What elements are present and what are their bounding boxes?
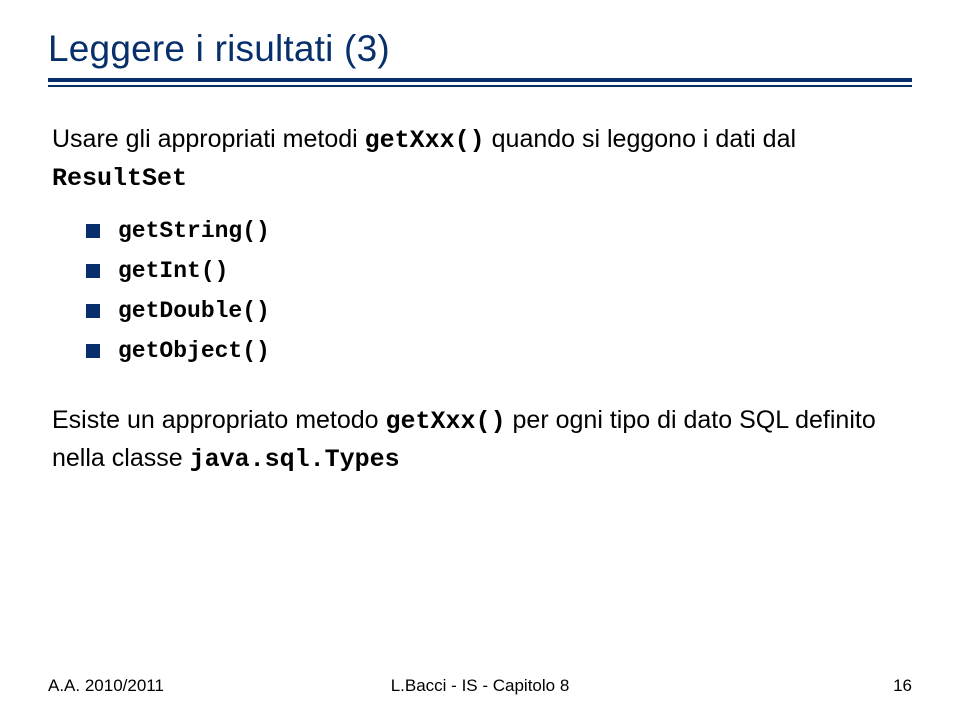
list-item: getDouble() [86, 298, 902, 324]
text: Esiste un appropriato metodo [52, 406, 386, 434]
bullet-label: getDouble() [118, 298, 270, 324]
footer: A.A. 2010/2011 L.Bacci - IS - Capitolo 8… [0, 676, 960, 696]
paragraph-1: Usare gli appropriati metodi getXxx() qu… [52, 121, 902, 198]
bullet-square-icon [86, 304, 100, 318]
slide: Leggere i risultati (3) Usare gli approp… [0, 0, 960, 720]
bullet-square-icon [86, 224, 100, 238]
title-underline-thin [48, 85, 912, 87]
bullet-square-icon [86, 344, 100, 358]
code-inline: java.sql.Types [190, 445, 400, 474]
bullet-label: getString() [118, 218, 270, 244]
text: Usare gli appropriati metodi [52, 125, 365, 153]
title-underline-thick [48, 78, 912, 82]
bullet-list: getString() getInt() getDouble() getObje… [86, 218, 902, 364]
code-inline: ResultSet [52, 164, 187, 193]
text: quando si leggono i dati dal [485, 125, 796, 153]
paragraph-2: Esiste un appropriato metodo getXxx() pe… [52, 402, 902, 479]
bullet-label: getInt() [118, 258, 228, 284]
bullet-square-icon [86, 264, 100, 278]
list-item: getInt() [86, 258, 902, 284]
bullet-label: getObject() [118, 338, 270, 364]
code-inline: getXxx() [365, 126, 485, 155]
slide-title: Leggere i risultati (3) [48, 28, 912, 70]
content-area: Usare gli appropriati metodi getXxx() qu… [48, 121, 912, 479]
list-item: getString() [86, 218, 902, 244]
footer-page-number: 16 [893, 676, 912, 696]
title-block: Leggere i risultati (3) [48, 28, 912, 87]
footer-center: L.Bacci - IS - Capitolo 8 [391, 676, 570, 696]
list-item: getObject() [86, 338, 902, 364]
footer-left: A.A. 2010/2011 [48, 676, 164, 696]
code-inline: getXxx() [386, 407, 506, 436]
